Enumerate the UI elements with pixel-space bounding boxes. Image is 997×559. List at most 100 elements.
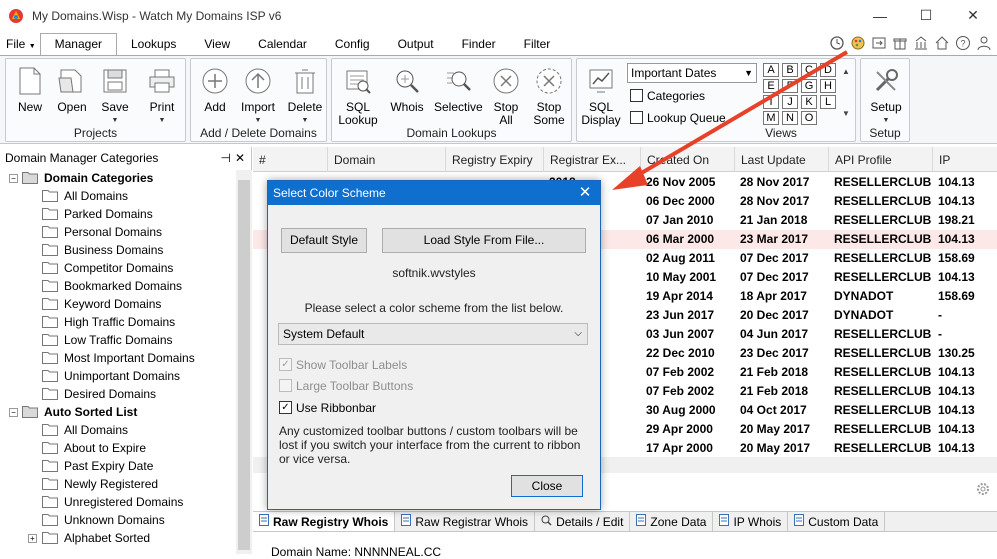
- default-style-button[interactable]: Default Style: [281, 228, 367, 253]
- tree-item[interactable]: All Domains: [0, 421, 236, 439]
- maximize-button[interactable]: ☐: [903, 0, 949, 31]
- dialog-close-icon[interactable]: ✕: [578, 181, 592, 205]
- letter-filter-j[interactable]: J: [782, 95, 798, 109]
- tree-item[interactable]: + Alphabet Sorted: [0, 529, 236, 547]
- letter-filter-o[interactable]: O: [801, 111, 817, 125]
- tree-item[interactable]: Unimportant Domains: [0, 367, 236, 385]
- sql-lookup-button[interactable]: SQL Lookup: [337, 65, 379, 127]
- print-button[interactable]: Print ▼: [143, 65, 181, 127]
- tab-raw-registry-whois[interactable]: Raw Registry Whois: [253, 512, 396, 532]
- tab-manager[interactable]: Manager: [39, 33, 117, 55]
- tab-calendar[interactable]: Calendar: [244, 34, 321, 55]
- column-header[interactable]: API Profile: [828, 147, 932, 172]
- help-icon[interactable]: ?: [954, 34, 972, 52]
- load-style-from-file-button[interactable]: Load Style From File...: [382, 228, 586, 253]
- letter-filter-f[interactable]: F: [782, 79, 798, 93]
- tree-item[interactable]: Keyword Domains: [0, 295, 236, 313]
- column-header[interactable]: Last Update: [734, 147, 828, 172]
- settings-gear-icon[interactable]: [975, 481, 991, 500]
- tree-item[interactable]: Parked Domains: [0, 205, 236, 223]
- scrollbar-thumb[interactable]: [238, 180, 250, 550]
- column-header[interactable]: #: [253, 147, 327, 172]
- tree-item[interactable]: Desired Domains: [0, 385, 236, 403]
- categories-checkbox[interactable]: Categories: [630, 88, 705, 103]
- letter-filter-m[interactable]: M: [763, 111, 779, 125]
- tree-item[interactable]: High Traffic Domains: [0, 313, 236, 331]
- add-button[interactable]: Add: [197, 65, 233, 114]
- tab-ip-whois[interactable]: IP Whois: [713, 512, 789, 532]
- tab-custom-data[interactable]: Custom Data: [788, 512, 886, 532]
- column-header[interactable]: Domain: [327, 147, 445, 172]
- lookup-queue-checkbox[interactable]: Lookup Queue: [630, 110, 726, 125]
- close-window-button[interactable]: ✕: [950, 0, 996, 31]
- pin-icon[interactable]: ⊣: [221, 147, 231, 169]
- letter-filter-k[interactable]: K: [801, 95, 817, 109]
- setup-button[interactable]: Setup ▼: [865, 65, 907, 127]
- letter-scroll[interactable]: ▲ ▼: [839, 65, 853, 121]
- tree-item[interactable]: About to Expire: [0, 439, 236, 457]
- expand-icon[interactable]: +: [28, 534, 37, 543]
- export-icon[interactable]: [870, 34, 888, 52]
- letter-filter-h[interactable]: H: [820, 79, 836, 93]
- views-select[interactable]: Important Dates ▼: [627, 63, 757, 83]
- tree-group[interactable]: − Auto Sorted List: [0, 403, 236, 421]
- letter-filter-a[interactable]: A: [763, 63, 779, 77]
- save-button[interactable]: Save ▼: [96, 65, 134, 127]
- tree-item[interactable]: Unregistered Domains: [0, 493, 236, 511]
- building-icon[interactable]: [912, 34, 930, 52]
- tree-item[interactable]: Bookmarked Domains: [0, 277, 236, 295]
- panel-close-icon[interactable]: ✕: [235, 147, 245, 169]
- user-icon[interactable]: [975, 34, 993, 52]
- color-scheme-select[interactable]: System Default ⌵: [278, 323, 588, 345]
- collapse-icon[interactable]: −: [9, 174, 18, 183]
- stop-some-button[interactable]: Stop Some: [528, 65, 570, 127]
- sql-display-button[interactable]: SQL Display: [581, 65, 621, 127]
- letter-filter-i[interactable]: I: [763, 95, 779, 109]
- tab-raw-registrar-whois[interactable]: Raw Registrar Whois: [395, 512, 536, 532]
- tab-zone-data[interactable]: Zone Data: [630, 512, 714, 532]
- tab-file[interactable]: File ▼: [0, 34, 40, 55]
- gift-icon[interactable]: [891, 34, 909, 52]
- letter-filter-n[interactable]: N: [782, 111, 798, 125]
- tab-view[interactable]: View: [190, 34, 244, 55]
- left-panel-scrollbar[interactable]: [236, 170, 252, 554]
- palette-icon[interactable]: [849, 34, 867, 52]
- tree-item[interactable]: Low Traffic Domains: [0, 331, 236, 349]
- tab-filter[interactable]: Filter: [510, 34, 565, 55]
- tab-details-edit[interactable]: Details / Edit: [535, 512, 631, 532]
- use-ribbonbar-checkbox[interactable]: ✓ Use Ribbonbar: [279, 400, 376, 415]
- large-toolbar-buttons-checkbox[interactable]: Large Toolbar Buttons: [279, 378, 413, 393]
- home-icon[interactable]: [933, 34, 951, 52]
- open-button[interactable]: Open: [53, 65, 91, 114]
- tree-item[interactable]: Personal Domains: [0, 223, 236, 241]
- tab-config[interactable]: Config: [321, 34, 384, 55]
- letter-filter-d[interactable]: D: [820, 63, 836, 77]
- letter-filter-l[interactable]: L: [820, 95, 836, 109]
- letter-filter-e[interactable]: E: [763, 79, 779, 93]
- tab-output[interactable]: Output: [384, 34, 448, 55]
- selective-button[interactable]: Selective: [434, 65, 483, 114]
- tree-item[interactable]: Newly Registered: [0, 475, 236, 493]
- column-header[interactable]: IP: [932, 147, 997, 172]
- tree-item[interactable]: Most Important Domains: [0, 349, 236, 367]
- dialog-close-button[interactable]: Close: [511, 475, 583, 497]
- tab-lookups[interactable]: Lookups: [117, 34, 190, 55]
- tree-group[interactable]: − Domain Categories: [0, 169, 236, 187]
- show-toolbar-labels-checkbox[interactable]: ✓ Show Toolbar Labels: [279, 357, 407, 372]
- tree-item[interactable]: Unknown Domains: [0, 511, 236, 529]
- delete-button[interactable]: Delete ▼: [285, 65, 325, 127]
- tab-finder[interactable]: Finder: [448, 34, 510, 55]
- letter-filter-b[interactable]: B: [782, 63, 798, 77]
- whois-button[interactable]: Whois: [387, 65, 427, 114]
- collapse-icon[interactable]: −: [9, 408, 18, 417]
- new-button[interactable]: New: [12, 65, 48, 114]
- minimize-button[interactable]: —: [857, 0, 903, 31]
- column-header[interactable]: Registry Expiry: [445, 147, 543, 172]
- refresh-icon[interactable]: [828, 34, 846, 52]
- tree-item[interactable]: All Domains: [0, 187, 236, 205]
- letter-filter-c[interactable]: C: [801, 63, 817, 77]
- column-header[interactable]: Created On: [640, 147, 734, 172]
- tree-item[interactable]: Past Expiry Date: [0, 457, 236, 475]
- import-button[interactable]: Import ▼: [237, 65, 279, 127]
- column-header[interactable]: Registrar Ex...: [543, 147, 640, 172]
